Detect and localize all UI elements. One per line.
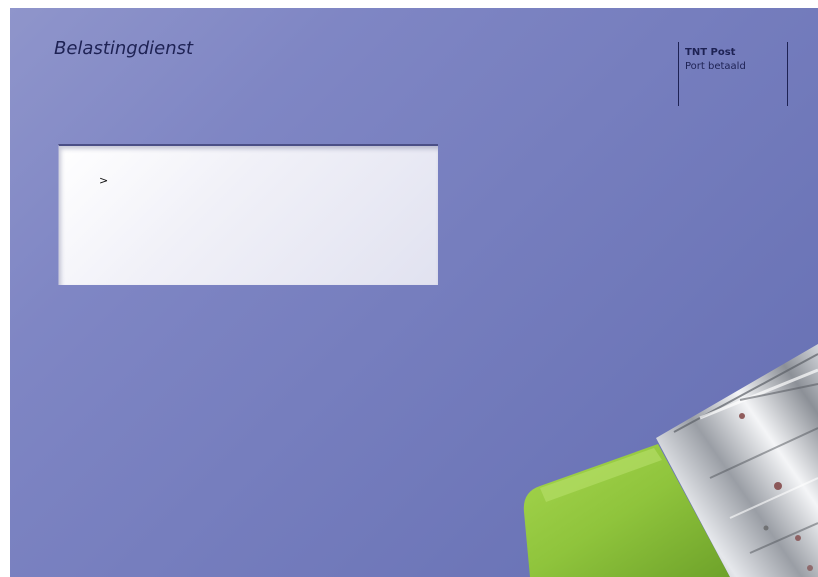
pencil-eraser-illustration xyxy=(523,344,818,577)
envelope: Belastingdienst TNT Post Port betaald > xyxy=(10,8,818,577)
